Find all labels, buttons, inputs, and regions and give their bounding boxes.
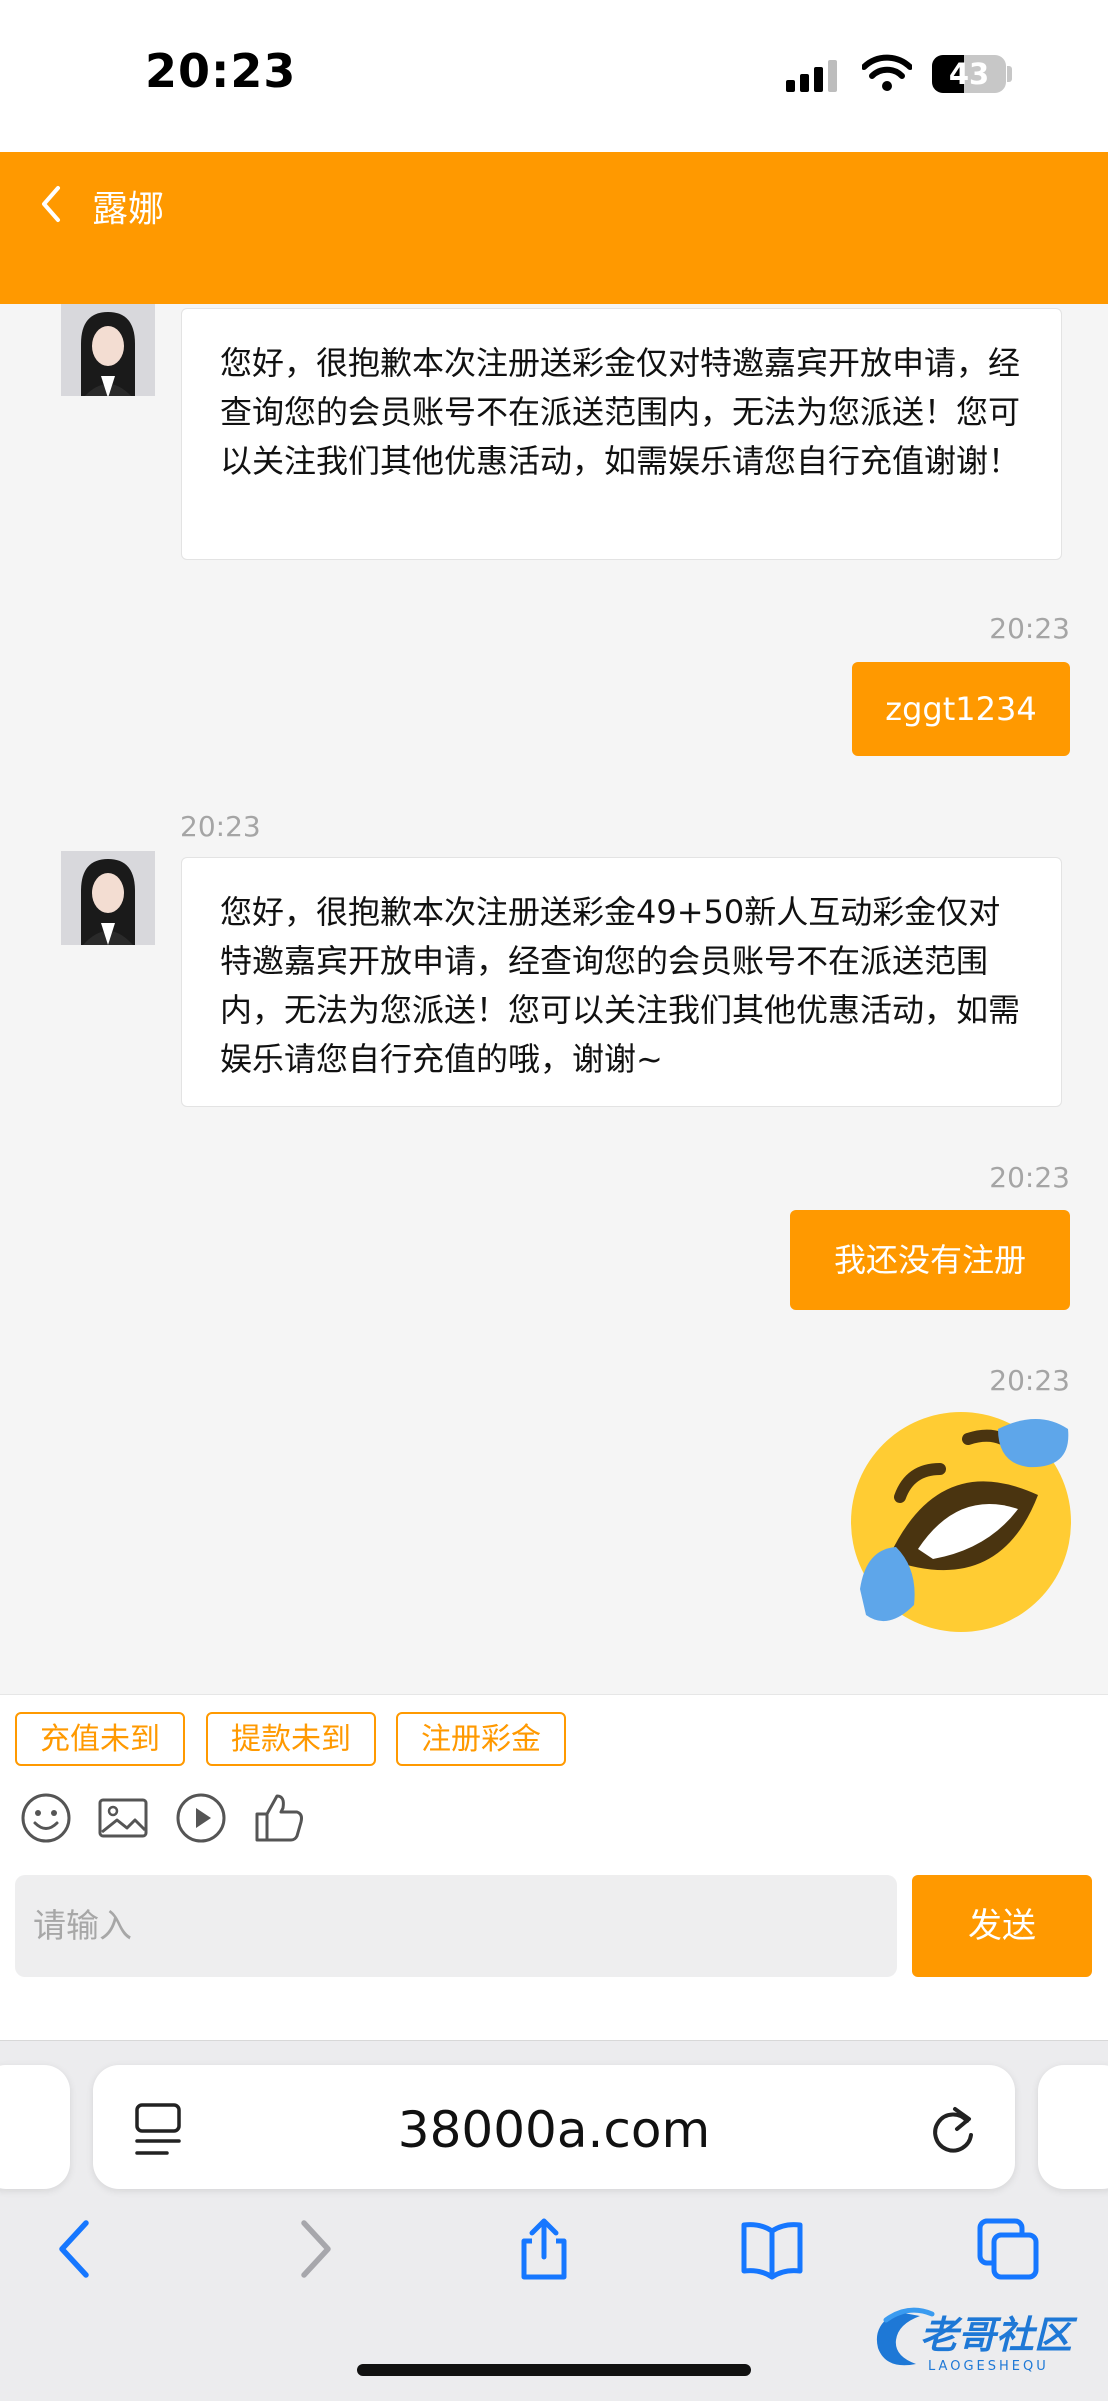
home-indicator <box>357 2364 751 2376</box>
back-chevron-icon[interactable] <box>30 182 74 226</box>
message-text: 我还没有注册 <box>833 1241 1026 1279</box>
address-bar[interactable]: 38000a.com <box>93 2065 1015 2189</box>
message-bubble-incoming: 您好，很抱歉本次注册送彩金49+50新人互动彩金仅对特邀嘉宾开放申请，经查询您的… <box>181 857 1062 1107</box>
message-bubble-incoming: 您好，很抱歉本次注册送彩金仅对特邀嘉宾开放申请，经查询您的会员账号不在派送范围内… <box>181 308 1062 560</box>
dragon-logo-icon: 老哥社区 LAOGESHEQU <box>876 2307 1078 2374</box>
watermark-subtext: LAOGESHEQU <box>928 2359 1049 2374</box>
message-input[interactable]: 请输入 <box>15 1875 897 1977</box>
smiley-icon[interactable] <box>20 1792 72 1844</box>
composer-panel: 充值未到 提款未到 注册彩金 请输入 发送 <box>0 1694 1108 2040</box>
chat-header: 露娜 <box>0 152 1108 304</box>
rolling-on-floor-laughing-emoji <box>851 1412 1071 1632</box>
message-text: zggt1234 <box>885 690 1037 728</box>
reload-icon[interactable] <box>927 2101 979 2157</box>
wifi-icon <box>862 54 912 91</box>
send-button[interactable]: 发送 <box>912 1875 1092 1977</box>
message-timestamp: 20:23 <box>989 1161 1070 1194</box>
image-icon[interactable] <box>97 1792 149 1844</box>
status-time: 20:23 <box>145 44 297 98</box>
next-tab-preview[interactable] <box>1038 2065 1108 2189</box>
agent-avatar-icon <box>61 304 155 396</box>
quick-reply-deposit[interactable]: 充值未到 <box>15 1712 185 1766</box>
battery-tip <box>1007 66 1012 82</box>
message-text: 您好，很抱歉本次注册送彩金49+50新人互动彩金仅对特邀嘉宾开放申请，经查询您的… <box>220 893 1021 1078</box>
battery-indicator: 43 <box>932 55 1006 93</box>
agent-name: 露娜 <box>92 189 165 230</box>
cellular-signal-icon <box>786 60 837 92</box>
chat-messages[interactable]: 您好，很抱歉本次注册送彩金仅对特邀嘉宾开放申请，经查询您的会员账号不在派送范围内… <box>0 304 1108 1694</box>
thumbs-up-icon[interactable] <box>253 1792 305 1844</box>
message-bubble-outgoing: 我还没有注册 <box>790 1210 1070 1310</box>
battery-percent: 43 <box>948 57 990 91</box>
message-timestamp: 20:23 <box>989 612 1070 645</box>
tabs-icon[interactable] <box>976 2217 1040 2281</box>
back-arrow-icon[interactable] <box>44 2217 108 2281</box>
message-text: 您好，很抱歉本次注册送彩金仅对特邀嘉宾开放申请，经查询您的会员账号不在派送范围内… <box>220 344 1021 480</box>
quick-reply-bonus[interactable]: 注册彩金 <box>396 1712 566 1766</box>
url-text: 38000a.com <box>397 2101 711 2159</box>
status-bar: 20:23 43 <box>0 0 1108 152</box>
quick-reply-withdrawal[interactable]: 提款未到 <box>206 1712 376 1766</box>
bookmarks-icon[interactable] <box>740 2217 804 2281</box>
forward-arrow-icon[interactable] <box>282 2217 346 2281</box>
agent-avatar <box>61 304 155 396</box>
message-timestamp: 20:23 <box>180 810 261 843</box>
previous-tab-preview[interactable] <box>0 2065 70 2189</box>
watermark-logo: 老哥社区 LAOGESHEQU <box>868 2300 1104 2380</box>
agent-avatar-icon <box>61 851 155 945</box>
watermark-text: 老哥社区 <box>920 2313 1078 2357</box>
message-timestamp: 20:23 <box>989 1364 1070 1397</box>
video-play-icon[interactable] <box>175 1792 227 1844</box>
message-bubble-outgoing: zggt1234 <box>852 662 1070 756</box>
share-icon[interactable] <box>512 2217 576 2281</box>
agent-avatar <box>61 851 155 945</box>
